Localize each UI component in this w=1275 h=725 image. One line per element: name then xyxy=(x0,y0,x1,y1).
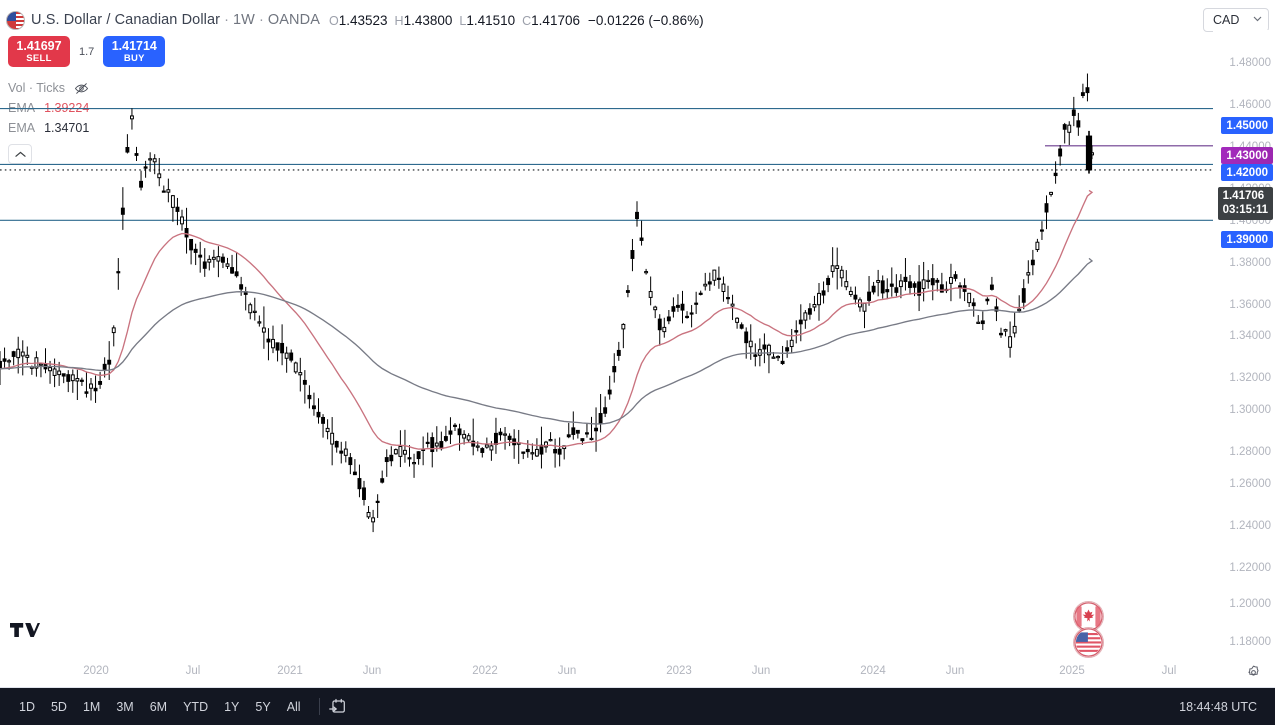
symbol-title[interactable]: U.S. Dollar / Canadian Dollar·1W·OANDA xyxy=(31,12,320,28)
candle-series xyxy=(0,74,1093,533)
price-tick: 1.28000 xyxy=(1229,446,1271,458)
price-level-142000[interactable]: 1.42000 xyxy=(1221,164,1273,181)
price-tick: 1.18000 xyxy=(1229,636,1271,648)
exchange-label: OANDA xyxy=(268,12,320,28)
time-tick: Jul xyxy=(186,665,201,677)
range-all[interactable]: All xyxy=(280,697,308,717)
range-3m[interactable]: 3M xyxy=(109,697,140,717)
price-tick: 1.32000 xyxy=(1229,372,1271,384)
price-level-145000[interactable]: 1.45000 xyxy=(1221,117,1273,134)
time-tick: Jun xyxy=(946,665,965,677)
time-tick: Jun xyxy=(752,665,771,677)
price-tick: 1.48000 xyxy=(1229,57,1271,69)
close-label: C xyxy=(522,14,531,28)
price-tick: 1.20000 xyxy=(1229,598,1271,610)
price-tick: 1.24000 xyxy=(1229,520,1271,532)
time-tick: Jun xyxy=(363,665,382,677)
currency-value: CAD xyxy=(1213,13,1239,27)
time-axis[interactable]: 2020 Jul 2021 Jun 2022 Jun 2023 Jun 2024 Jun 2025 J… xyxy=(0,658,1275,688)
canada-flag-coin-icon xyxy=(1074,602,1103,631)
symbol-name: U.S. Dollar / Canadian Dollar xyxy=(31,12,220,28)
price-tick: 1.30000 xyxy=(1229,404,1271,416)
range-1d[interactable]: 1D xyxy=(12,697,42,717)
currency-select[interactable]: CAD xyxy=(1203,8,1269,32)
range-5y[interactable]: 5Y xyxy=(248,697,277,717)
open-value: 1.43523 xyxy=(339,13,388,28)
separator-2: · xyxy=(259,12,264,28)
price-tick: 1.26000 xyxy=(1229,478,1271,490)
time-tick: 2021 xyxy=(277,665,303,677)
low-value: 1.41510 xyxy=(466,13,515,28)
candlestick-chart[interactable] xyxy=(0,30,1213,658)
time-tick: Jun xyxy=(558,665,577,677)
price-tick: 1.46000 xyxy=(1229,99,1271,111)
range-1y[interactable]: 1Y xyxy=(217,697,246,717)
toolbar-divider xyxy=(319,698,320,715)
time-tick: 2023 xyxy=(666,665,692,677)
usa-flag-coin-icon xyxy=(1074,628,1103,657)
current-price-value: 1.41706 xyxy=(1223,190,1265,204)
price-tick: 1.38000 xyxy=(1229,257,1271,269)
high-value: 1.43800 xyxy=(404,13,453,28)
high-label: H xyxy=(395,14,404,28)
price-tick: 1.36000 xyxy=(1229,299,1271,311)
currency-coins xyxy=(1074,602,1103,654)
chevron-down-icon xyxy=(1253,14,1262,24)
open-label: O xyxy=(329,14,339,28)
time-tick: 2020 xyxy=(83,665,109,677)
tradingview-logo[interactable] xyxy=(10,623,40,647)
range-6m[interactable]: 6M xyxy=(143,697,174,717)
range-5d[interactable]: 5D xyxy=(44,697,74,717)
usd-cad-flag-icon xyxy=(6,11,25,30)
separator-1: · xyxy=(224,12,229,28)
countdown-value: 03:15:11 xyxy=(1223,204,1268,218)
ema-fast-line xyxy=(0,190,1092,449)
price-tick: 1.22000 xyxy=(1229,562,1271,574)
calendar-arrow-icon[interactable] xyxy=(329,698,346,715)
time-tick: 2025 xyxy=(1059,665,1085,677)
bottom-toolbar: 1D5D1M3M6MYTD1Y5YAll 18:44:48 UTC xyxy=(0,688,1275,725)
range-ytd[interactable]: YTD xyxy=(176,697,215,717)
clock-label[interactable]: 18:44:48 UTC xyxy=(1179,700,1263,714)
change-value: −0.01226 (−0.86%) xyxy=(588,13,704,28)
chart-canvas[interactable] xyxy=(0,30,1213,658)
time-tick: 2024 xyxy=(860,665,886,677)
time-tick: 2022 xyxy=(472,665,498,677)
price-axis[interactable]: 1.480001.460001.440001.420001.400001.380… xyxy=(1213,30,1275,658)
gear-icon[interactable] xyxy=(1246,665,1261,685)
range-buttons: 1D5D1M3M6MYTD1Y5YAll xyxy=(12,697,310,717)
price-tick: 1.34000 xyxy=(1229,330,1271,342)
ohlc-values: O1.43523H1.43800L1.41510C1.41706−0.01226… xyxy=(329,13,704,28)
time-tick: Jul xyxy=(1162,665,1177,677)
range-1m[interactable]: 1M xyxy=(76,697,107,717)
close-value: 1.41706 xyxy=(531,13,580,28)
interval-label[interactable]: 1W xyxy=(233,12,255,28)
price-level-139000[interactable]: 1.39000 xyxy=(1221,231,1273,248)
current-price-label[interactable]: 1.4170603:15:11 xyxy=(1218,187,1273,220)
price-level-143000[interactable]: 1.43000 xyxy=(1221,147,1273,164)
